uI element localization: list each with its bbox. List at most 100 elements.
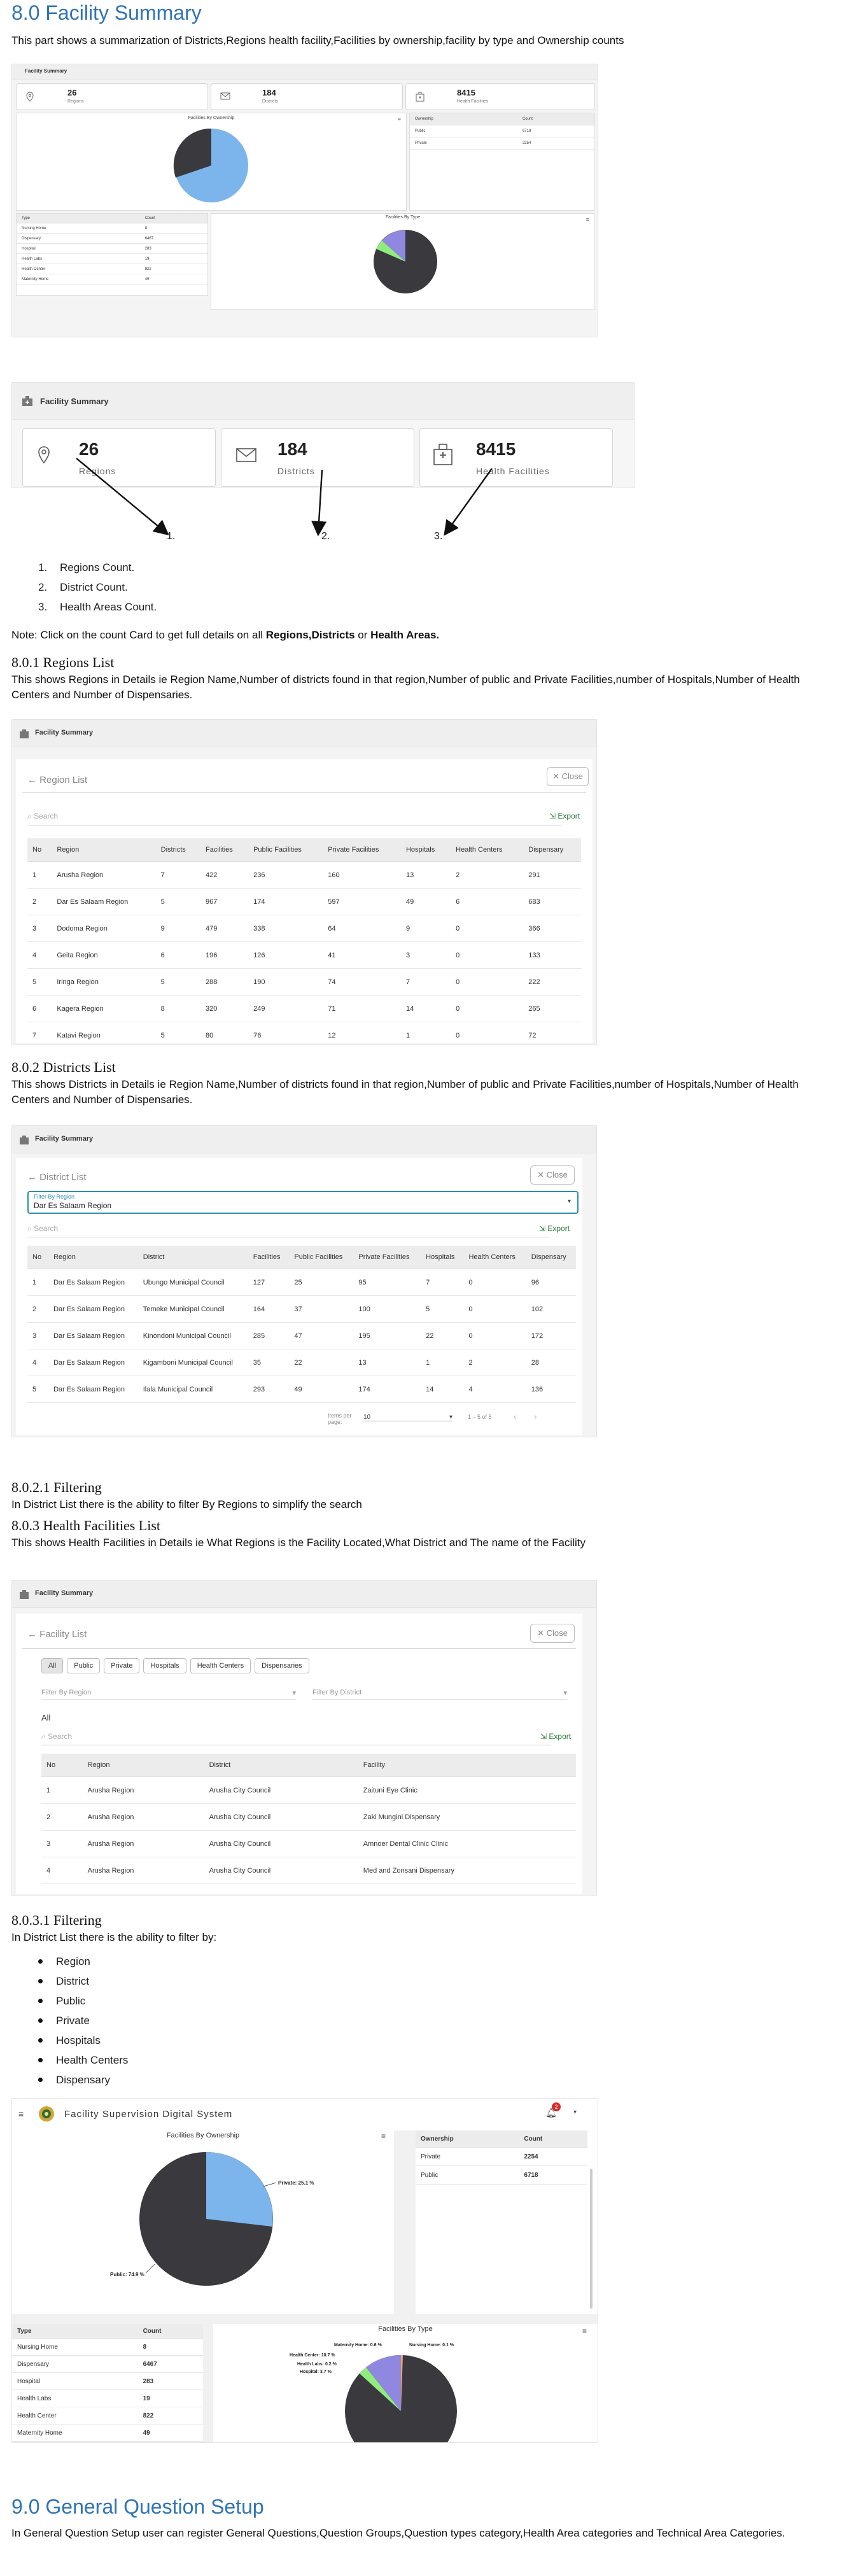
column-header: Region (48, 1246, 138, 1269)
list-item: Health Centers (11, 2050, 128, 2070)
count-cards-header: Facility Summary (12, 383, 634, 420)
table-row[interactable]: 3 Arusha Region Arusha City Council Amnoer … (41, 1830, 576, 1857)
table-cell: 14 (400, 995, 451, 1022)
section-803-title: 8.0.3 Health Facilities List (11, 1517, 161, 1533)
table-cell: Ubungo Municipal Council (137, 1269, 248, 1296)
table-row[interactable]: 3 Dodoma Region 9 479 338 64 9 0 366 (27, 915, 581, 942)
ownership-cell: 6718 (517, 125, 594, 137)
table-cell: 28 (526, 1349, 576, 1376)
search-input[interactable]: ⌕ Search (27, 812, 562, 826)
region-filter-select[interactable]: Filter By Region Dar Es Salaam Region ▾ (27, 1191, 579, 1214)
tab-public[interactable]: Public (67, 1658, 101, 1673)
close-button[interactable]: ✕ Close (530, 1624, 575, 1643)
export-button[interactable]: ⇲ Export (540, 1732, 571, 1741)
table-cell: Dar Es Salaam Region (48, 1295, 138, 1323)
close-icon: ✕ (552, 771, 560, 781)
chart-menu-icon[interactable]: ≡ (582, 2326, 587, 2335)
region-filter-select[interactable]: Filter By Region ▾ (41, 1689, 296, 1700)
type-cell: 6467 (139, 233, 207, 244)
table-cell: Arusha Region (82, 1857, 204, 1884)
items-per-page-select[interactable]: 10 ▾ (363, 1414, 453, 1421)
tab-all[interactable]: All (41, 1658, 64, 1673)
type-cell: 49 (137, 2424, 203, 2442)
tab-health-centers[interactable]: Health Centers (190, 1658, 251, 1673)
list-item: Dispensary (11, 2070, 128, 2090)
arrow-3 (444, 468, 493, 536)
table-row[interactable]: 4 Dar Es Salaam Region Kigamboni Municipal… (27, 1349, 576, 1376)
type-label-health-labs: Health Labs: 0.2 % (297, 2362, 337, 2367)
table-row[interactable]: 5 Iringa Region 5 288 190 74 7 0 222 (27, 968, 581, 996)
chart-menu-icon[interactable]: ≡ (398, 116, 401, 122)
table-row[interactable]: 3 Dar Es Salaam Region Kinondoni Municipal… (27, 1322, 576, 1349)
section-8-intro: This part shows a summarization of Distr… (11, 34, 624, 46)
tab-dispensaries[interactable]: Dispensaries (255, 1658, 309, 1673)
district-list-panel: ← District List ✕ Close Filter By Region… (16, 1158, 582, 1435)
column-header: Region (82, 1754, 204, 1777)
district-list-header: Facility Summary (12, 1126, 596, 1153)
divider (22, 792, 586, 793)
table-row[interactable]: 7 Katavi Region 5 80 76 12 1 0 72 (27, 1022, 581, 1045)
type-pie (345, 2354, 457, 2442)
pie-private-slice[interactable] (206, 2152, 273, 2227)
facility-list-screenshot: Facility Summary ← Facility List ✕ Close… (11, 1580, 597, 1896)
scrollbar[interactable] (590, 2169, 593, 2309)
overview-districts-card[interactable]: 184 Districts (211, 83, 403, 110)
list-item: 2. District Count. (38, 581, 128, 593)
prev-page-button[interactable]: ‹ (514, 1411, 517, 1421)
list-item: Public (11, 1991, 128, 2011)
export-icon: ⇲ (539, 1224, 546, 1233)
table-row[interactable]: 1 Arusha Region 7 422 236 160 13 2 291 (27, 861, 581, 889)
overview-ownership-pie (173, 128, 248, 202)
type-header: Type (12, 2324, 138, 2339)
search-input[interactable]: ⌕ Search (27, 1224, 549, 1237)
region-filter-value: Dar Es Salaam Region (34, 1201, 112, 1210)
overview-facilities-card[interactable]: 8415 Health Facilities (405, 83, 595, 110)
district-filter-select[interactable]: Filter By District ▾ (312, 1689, 567, 1700)
table-row[interactable]: 5 Dar Es Salaam Region Ilala Municipal Cou… (27, 1376, 576, 1403)
export-button[interactable]: ⇲ Export (549, 812, 580, 820)
back-button[interactable]: ← District List (27, 1172, 87, 1183)
region-list-header-title: Facility Summary (35, 729, 94, 736)
table-cell: 172 (526, 1322, 576, 1349)
tab-private[interactable]: Private (104, 1658, 140, 1673)
next-page-button[interactable]: › (534, 1411, 537, 1421)
note-text: Note: Click on the count Card to get ful… (11, 629, 440, 641)
close-button[interactable]: ✕ Close (530, 1165, 575, 1185)
table-row[interactable]: 6 Kagera Region 8 320 249 71 14 0 265 (27, 995, 581, 1022)
overview-type-pie (374, 230, 437, 293)
back-button[interactable]: ← Region List (27, 775, 87, 785)
type-chart-title: Facilities By Type (378, 2325, 433, 2333)
column-header: District (204, 1754, 358, 1777)
region-list-screenshot: Facility Summary ← Region List ✕ Close ⌕… (11, 719, 597, 1045)
back-button[interactable]: ← Facility List (27, 1629, 87, 1640)
ownership-chart-panel: Facilities By Ownership ≡ Private: 25.1 … (12, 2130, 394, 2314)
hospital-building-icon (18, 729, 30, 742)
region-list-title: Region List (39, 775, 88, 785)
table-cell: 7 (155, 861, 201, 889)
table-row[interactable]: 4 Arusha Region Arusha City Council Med and… (41, 1857, 576, 1884)
section-8021-title: 8.0.2.1 Filtering (11, 1479, 102, 1495)
chart-menu-icon[interactable]: ≡ (381, 2132, 386, 2141)
table-cell: Zaituni Eye Clinic (358, 1777, 576, 1804)
type-label-hospital: Hospital: 3.7 % (300, 2370, 332, 2374)
hamburger-menu-icon[interactable]: ≡ (18, 2109, 24, 2119)
table-row[interactable]: 1 Dar Es Salaam Region Ubungo Municipal Co… (27, 1269, 576, 1296)
hospital-building-icon (18, 1589, 30, 1603)
column-header: No (27, 838, 52, 862)
chart-menu-icon[interactable]: ≡ (586, 216, 589, 223)
close-button[interactable]: ✕ Close (547, 767, 589, 786)
table-row[interactable]: 1 Arusha Region Arusha City Council Zaituni… (41, 1777, 576, 1804)
overview-ownership-chart: Facilities By Ownership ≡ (16, 113, 407, 211)
table-row[interactable]: 4 Geita Region 6 196 126 41 3 0 133 (27, 941, 581, 969)
table-row[interactable]: 2 Dar Es Salaam Region Temeke Municipal Co… (27, 1295, 576, 1323)
table-row[interactable]: 2 Dar Es Salaam Region 5 967 174 597 49 6 683 (27, 888, 581, 915)
table-cell: 174 (248, 888, 323, 915)
tab-hospitals[interactable]: Hospitals (143, 1658, 186, 1673)
table-row[interactable]: 2 Arusha Region Arusha City Council Zaki Mu… (41, 1803, 576, 1831)
search-input[interactable]: ⌕ Search (41, 1732, 551, 1745)
overview-regions-card[interactable]: 26 Regions (16, 83, 208, 110)
ownership-cell: Public (410, 125, 517, 137)
table-cell: Med and Zonsani Dispensary (358, 1857, 576, 1884)
user-menu-chevron-icon[interactable]: ▾ (573, 2109, 577, 2116)
export-button[interactable]: ⇲ Export (539, 1224, 570, 1233)
